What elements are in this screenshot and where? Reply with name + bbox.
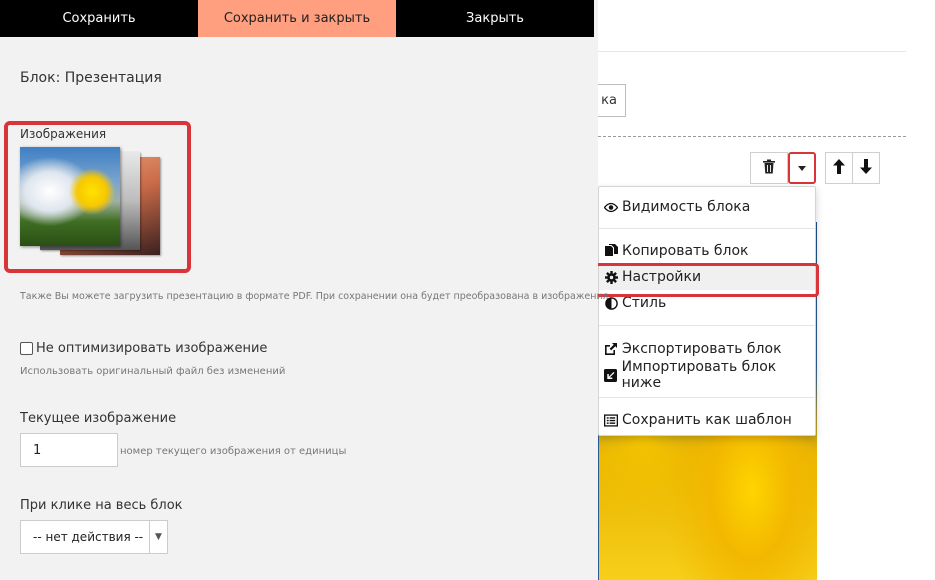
menu-divider <box>599 397 815 398</box>
external-link-icon <box>604 342 618 356</box>
settings-highlight-frame <box>595 263 819 297</box>
on-click-select-value: -- нет действия -- <box>33 530 144 544</box>
list-icon <box>604 413 618 427</box>
no-optimize-hint: Использовать оригинальный файл без измен… <box>20 366 286 377</box>
menu-item-label: Импортировать блок ниже <box>621 359 777 391</box>
save-and-close-button[interactable]: Сохранить и закрыть <box>198 0 396 37</box>
images-thumbnail-stack[interactable] <box>20 147 162 259</box>
menu-item-visibility[interactable]: Видимость блока <box>599 194 815 220</box>
current-image-hint: номер текущего изображения от единицы <box>120 446 347 457</box>
chevron-down-icon: ▼ <box>149 521 167 553</box>
move-down-button[interactable] <box>852 152 880 184</box>
menu-divider <box>599 325 815 326</box>
arrow-down-icon <box>860 158 872 178</box>
import-icon <box>604 368 618 382</box>
menu-divider <box>599 228 815 229</box>
trash-icon <box>762 159 776 178</box>
current-image-input[interactable]: 1 <box>20 433 118 467</box>
toolbar-gap <box>594 0 598 37</box>
menu-item-label: Экспортировать блок <box>622 341 782 357</box>
eye-icon <box>604 200 618 214</box>
no-optimize-label: Не оптимизировать изображение <box>36 341 268 356</box>
caret-down-icon <box>798 165 806 171</box>
menu-item-save-template[interactable]: Сохранить как шаблон <box>599 407 815 433</box>
editor-right-strip <box>906 0 935 580</box>
on-click-label: При клике на весь блок <box>20 498 183 513</box>
close-button[interactable]: Закрыть <box>396 0 594 37</box>
delete-block-button[interactable] <box>750 152 788 184</box>
page-title: Блок: Презентация <box>20 70 162 86</box>
move-up-button[interactable] <box>825 152 853 184</box>
menu-item-copy[interactable]: Копировать блок <box>599 238 815 264</box>
partial-button-label: ка <box>601 93 617 108</box>
image-thumbnail-1 <box>20 147 120 246</box>
block-actions-menu: Видимость блока Копировать блок Настройк… <box>595 186 819 436</box>
editor-top-strip <box>598 0 906 52</box>
menu-item-label: Стиль <box>622 295 667 311</box>
pdf-upload-hint: Также Вы можете загрузить презентацию в … <box>20 291 609 302</box>
menu-item-label: Копировать блок <box>622 243 749 259</box>
menu-item-label: Видимость блока <box>622 199 751 215</box>
save-button[interactable]: Сохранить <box>0 0 198 37</box>
images-label: Изображения <box>20 127 107 141</box>
no-optimize-row[interactable]: Не оптимизировать изображение <box>20 341 267 356</box>
current-image-label: Текущее изображение <box>20 411 177 426</box>
arrow-up-icon <box>833 158 845 178</box>
menu-item-import[interactable]: Импортировать блок ниже <box>599 359 815 391</box>
copy-icon <box>604 244 618 258</box>
block-menu-toggle-button[interactable] <box>788 152 816 184</box>
on-click-select[interactable]: -- нет действия -- ▼ <box>20 520 168 554</box>
settings-panel: Сохранить Сохранить и закрыть Закрыть Бл… <box>0 0 608 580</box>
no-optimize-checkbox[interactable] <box>20 342 33 355</box>
block-divider <box>598 136 906 137</box>
panel-toolbar: Сохранить Сохранить и закрыть Закрыть <box>0 0 598 37</box>
menu-item-label: Сохранить как шаблон <box>622 412 792 428</box>
